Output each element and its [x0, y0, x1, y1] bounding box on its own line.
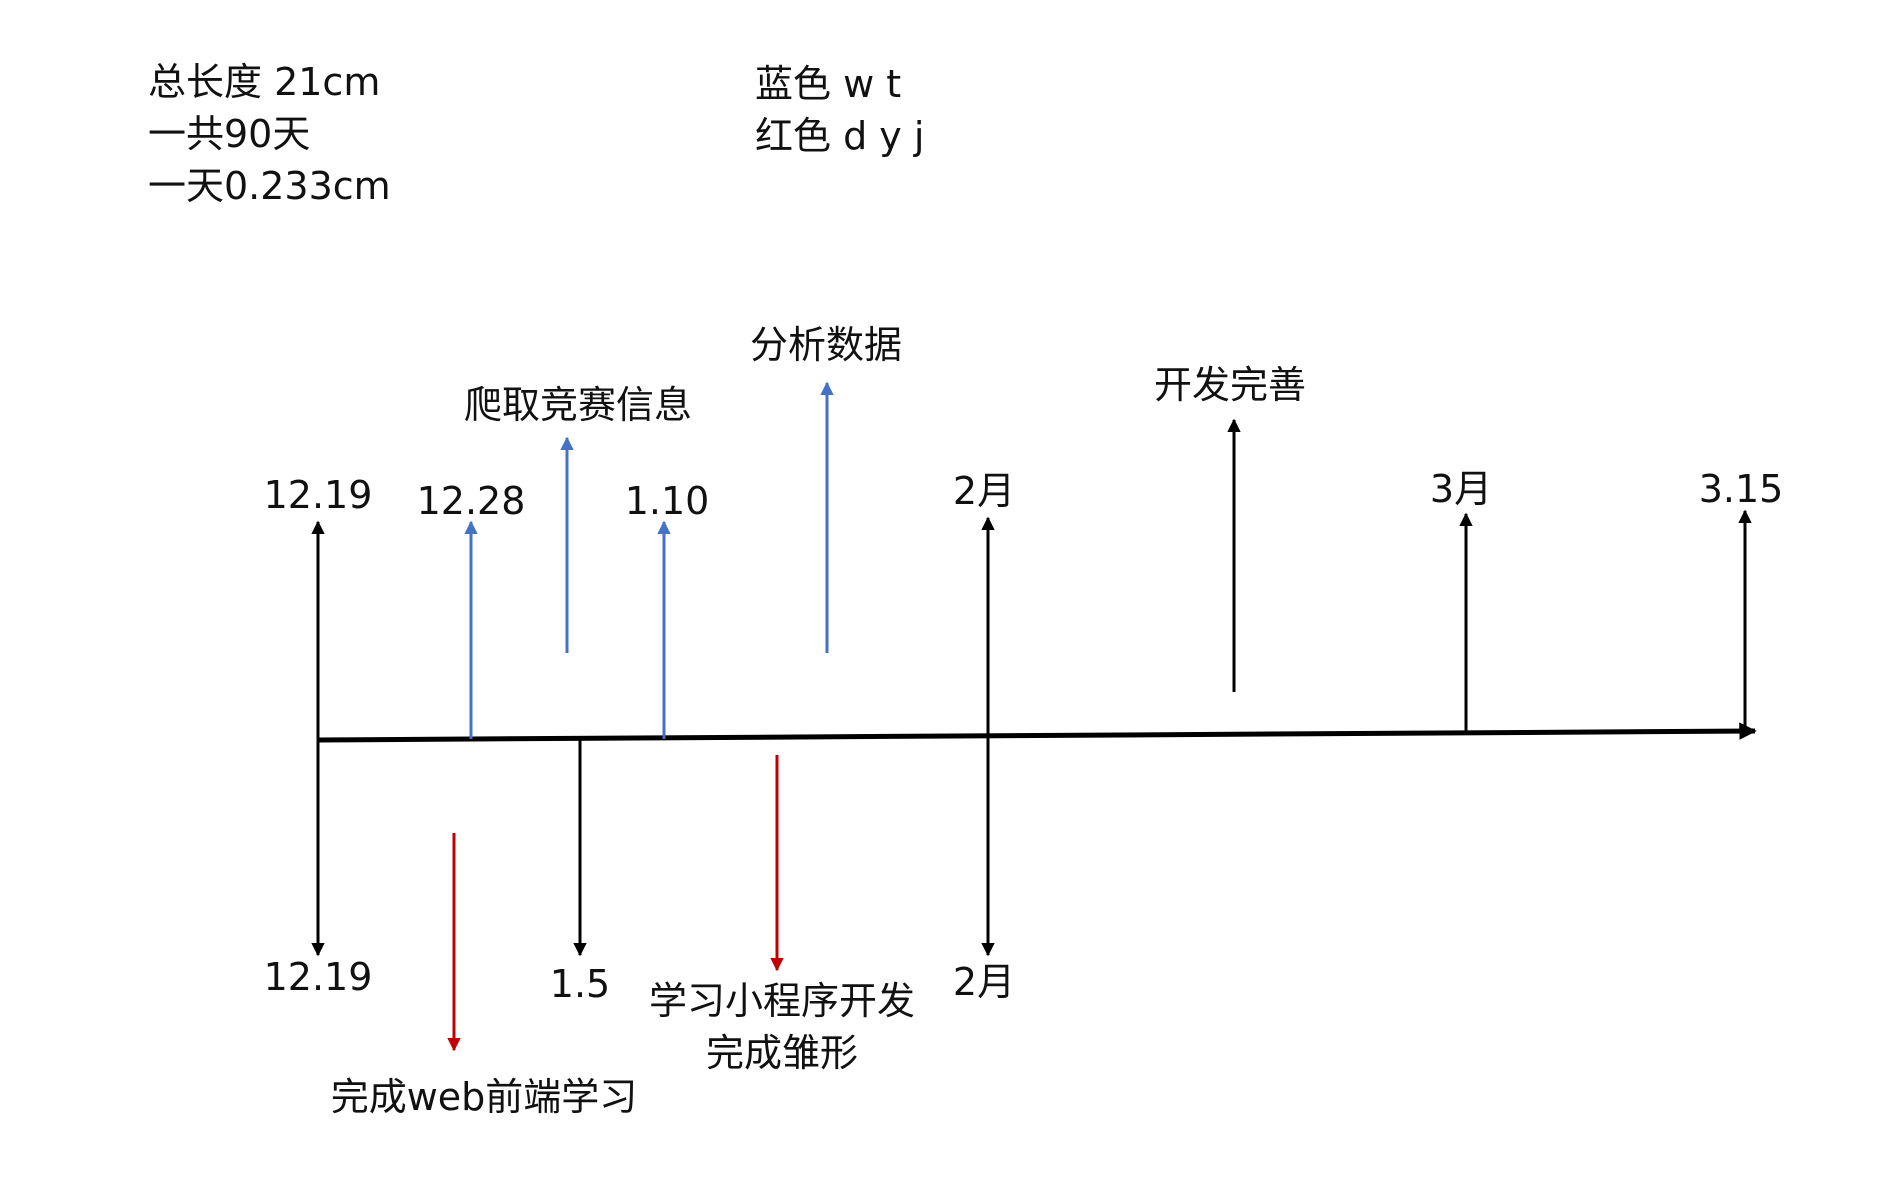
- task-label-prototype: 完成雏形: [706, 1031, 858, 1075]
- date-label-feb-bottom: 2月: [953, 960, 1015, 1004]
- date-label-12-19-bottom: 12.19: [264, 955, 373, 999]
- task-label-web: 完成web前端学习: [331, 1075, 638, 1119]
- date-label-12-28: 12.28: [417, 479, 526, 523]
- legend-red: 红色 d y j: [755, 114, 924, 158]
- timeline-diagram: 总长度 21cm 一共90天 一天0.233cm 蓝色 w t 红色 d y j…: [148, 60, 1784, 1119]
- date-label-feb-top: 2月: [953, 469, 1015, 513]
- task-label-miniapp: 学习小程序开发: [649, 979, 915, 1023]
- legend-blue: 蓝色 w t: [755, 62, 901, 106]
- note-per-day: 一天0.233cm: [148, 164, 391, 208]
- date-label-12-19-top: 12.19: [264, 473, 373, 517]
- note-total-days: 一共90天: [148, 112, 310, 156]
- date-label-1-5: 1.5: [550, 962, 610, 1006]
- timeline-axis: [317, 722, 1757, 743]
- task-label-develop: 开发完善: [1154, 363, 1306, 407]
- task-label-crawl: 爬取竞赛信息: [464, 383, 692, 427]
- note-total-length: 总长度 21cm: [148, 60, 380, 104]
- date-label-mar: 3月: [1430, 467, 1492, 511]
- task-label-analyze: 分析数据: [750, 323, 902, 367]
- date-label-1-10: 1.10: [625, 479, 710, 523]
- date-label-3-15: 3.15: [1699, 467, 1784, 511]
